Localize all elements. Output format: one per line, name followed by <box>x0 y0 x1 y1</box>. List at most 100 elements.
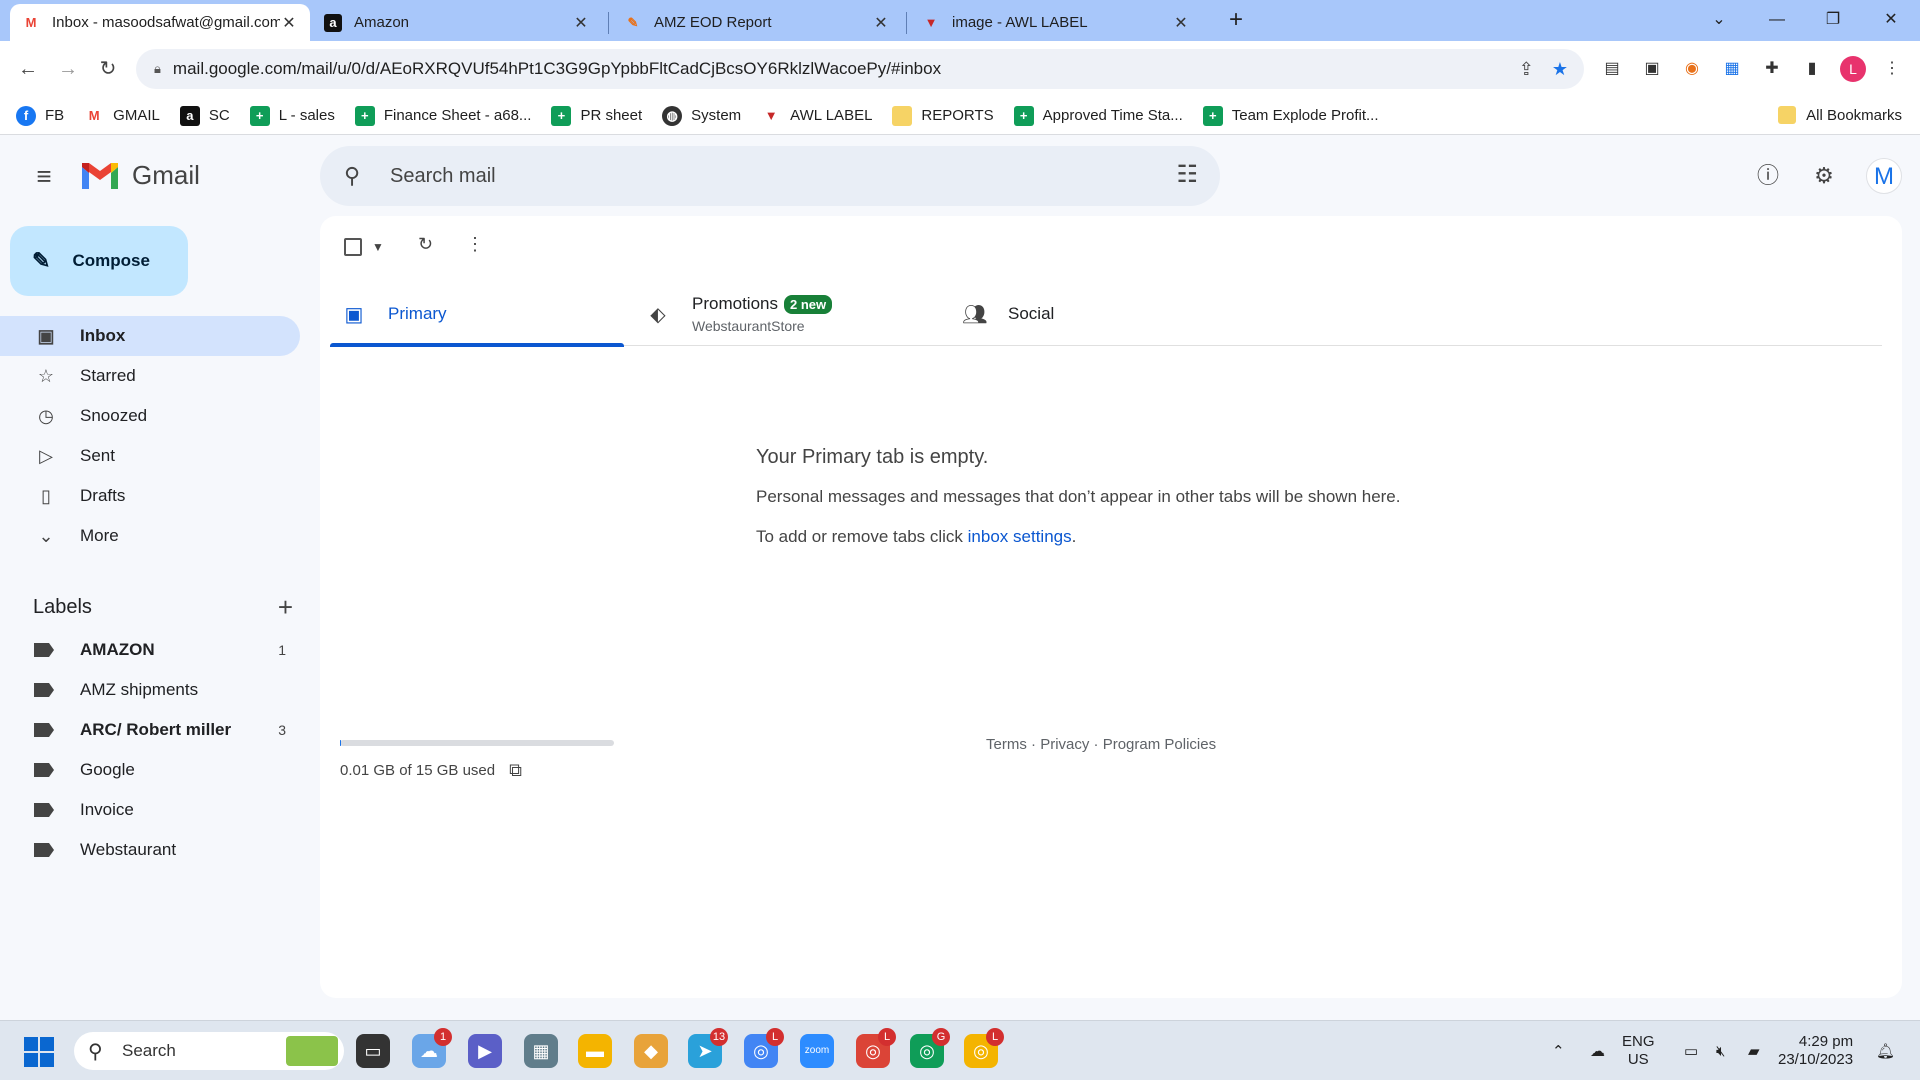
kebab-menu-icon[interactable]: ⋮ <box>1880 57 1904 81</box>
sidebar-item-drafts[interactable]: ▯ Drafts <box>0 476 300 516</box>
task-view-icon[interactable]: ▭ <box>356 1034 390 1068</box>
label-item-arc-robert-miller[interactable]: ARC/ Robert miller 3 <box>0 710 300 750</box>
extension-icon[interactable]: ▦ <box>1720 57 1744 81</box>
bookmark-approved-time[interactable]: + Approved Time Sta... <box>1013 105 1183 126</box>
browser-tab-inbox[interactable]: M Inbox - masoodsafwat@gmail.com ✕ <box>10 4 310 41</box>
label-icon <box>34 643 54 657</box>
bookmark-fb[interactable]: f FB <box>16 105 64 126</box>
account-avatar[interactable]: M <box>1866 158 1902 194</box>
extension-icon[interactable]: ◉ <box>1680 57 1704 81</box>
battery-icon[interactable]: ▰ <box>1748 1021 1760 1080</box>
refresh-icon[interactable]: ↻ <box>418 234 433 255</box>
system-clock[interactable]: 4:29 pm 23/10/2023 <box>1778 1033 1853 1069</box>
reload-button[interactable]: ↻ <box>92 53 124 85</box>
bookmark-system[interactable]: ◍ System <box>662 105 741 126</box>
close-tab-icon[interactable]: ✕ <box>872 13 890 33</box>
add-label-icon[interactable]: + <box>278 592 293 623</box>
share-icon[interactable]: ⇪ <box>1519 59 1534 80</box>
language-indicator[interactable]: ENG US <box>1622 1033 1655 1069</box>
search-icon[interactable]: ⚲ <box>344 163 360 189</box>
weather-icon[interactable]: ☁ 1 <box>412 1028 452 1068</box>
bookmark-sc[interactable]: a SC <box>179 105 230 126</box>
label-item-amazon[interactable]: AMAZON 1 <box>0 630 300 670</box>
bookmark-finance-sheet[interactable]: + Finance Sheet - a68... <box>354 105 531 126</box>
bookmark-gmail[interactable]: M GMAIL <box>84 106 160 126</box>
label-item-invoice[interactable]: Invoice <box>0 790 300 830</box>
storage-progress <box>340 740 614 746</box>
chrome-icon[interactable]: ◎ L <box>856 1028 896 1068</box>
bookmarks-bar: f FB M GMAIL a SC + L - sales + Finance Sheet… <box>0 97 1920 135</box>
select-all-checkbox[interactable] <box>344 238 362 256</box>
bookmark-l-sales[interactable]: + L - sales <box>249 105 335 126</box>
bookmark-reports[interactable]: REPORTS <box>892 105 994 126</box>
chrome-icon[interactable]: ◎ G <box>910 1028 950 1068</box>
sidebar-item-snoozed[interactable]: ◷ Snoozed <box>0 396 300 436</box>
browser-tab-amazon[interactable]: a Amazon ✕ <box>312 4 602 41</box>
windows-start-icon[interactable] <box>24 1037 54 1067</box>
bookmark-awl-label[interactable]: ▼ AWL LABEL <box>761 106 873 126</box>
zoom-icon[interactable]: zoom <box>800 1034 834 1068</box>
label-item-webstaurant[interactable]: Webstaurant <box>0 830 300 870</box>
label-item-amz-shipments[interactable]: AMZ shipments <box>0 670 300 710</box>
browser-tab-eod[interactable]: ✎ AMZ EOD Report ✕ <box>612 4 902 41</box>
tab-social[interactable]: 👥︎ Social <box>962 282 1262 346</box>
folder-icon <box>1778 106 1797 124</box>
forward-button[interactable]: → <box>52 53 84 85</box>
onedrive-icon[interactable]: ☁ <box>1590 1021 1605 1080</box>
close-tab-icon[interactable]: ✕ <box>280 13 298 33</box>
taskbar-search[interactable]: ⚲ Search <box>74 1032 344 1070</box>
chrome-icon[interactable]: ◎ L <box>964 1028 1004 1068</box>
terms-link[interactable]: Terms <box>986 736 1027 753</box>
new-tab-button[interactable]: + <box>1222 6 1250 34</box>
tab-primary[interactable]: ▣ Primary <box>330 282 624 347</box>
select-dropdown-icon[interactable]: ▼ <box>372 240 384 254</box>
sidebar-item-more[interactable]: ⌄ More <box>0 516 300 556</box>
close-tab-icon[interactable]: ✕ <box>1172 13 1190 33</box>
extension-icon[interactable]: ▣ <box>1640 57 1664 81</box>
network-icon[interactable]: ▭ <box>1684 1021 1698 1080</box>
close-tab-icon[interactable]: ✕ <box>572 13 590 33</box>
tab-search-icon[interactable]: ⌄ <box>1694 0 1744 40</box>
calculator-icon[interactable]: ▦ <box>524 1034 558 1068</box>
puzzle-icon[interactable]: ✚ <box>1760 57 1784 81</box>
help-icon[interactable]: ⓘ <box>1752 160 1784 192</box>
sidebar-item-sent[interactable]: ▷ Sent <box>0 436 300 476</box>
bookmark-team-explode[interactable]: + Team Explode Profit... <box>1202 105 1378 126</box>
telegram-icon[interactable]: ➤ 13 <box>688 1028 728 1068</box>
show-hidden-icons[interactable]: ⌃ <box>1552 1021 1565 1080</box>
extension-icon[interactable]: ▤ <box>1600 57 1624 81</box>
bookmark-pr-sheet[interactable]: + PR sheet <box>551 105 642 126</box>
meet-icon[interactable]: ▶ <box>468 1034 502 1068</box>
minimize-button[interactable]: — <box>1752 0 1802 40</box>
back-button[interactable]: ← <box>12 53 44 85</box>
gmail-logo[interactable]: Gmail <box>80 160 200 191</box>
bookmark-star-icon[interactable]: ★ <box>1552 59 1568 80</box>
close-window-button[interactable]: ✕ <box>1866 0 1916 40</box>
volume-muted-icon[interactable]: 🔇︎ <box>1716 1021 1725 1080</box>
restore-button[interactable]: ❐ <box>1808 0 1858 40</box>
inbox-settings-link[interactable]: inbox settings <box>968 527 1072 546</box>
program-policies-link[interactable]: Program Policies <box>1103 736 1216 753</box>
search-options-icon[interactable]: ☷ <box>1176 160 1198 189</box>
tab-promotions[interactable]: ⬖ Promotions 2 new WebstaurantStore <box>646 282 946 346</box>
search-mail-input[interactable]: ⚲ Search mail ☷ <box>320 146 1220 206</box>
main-menu-icon[interactable]: ≡ <box>28 160 60 192</box>
compose-button[interactable]: ✎ Compose <box>10 226 188 296</box>
side-panel-icon[interactable]: ▮ <box>1800 57 1824 81</box>
open-external-icon[interactable]: ⧉ <box>509 760 522 781</box>
sidebar-item-starred[interactable]: ☆ Starred <box>0 356 300 396</box>
address-bar[interactable]: 🔒︎ mail.google.com/mail/u/0/d/AEoRXRQVUf… <box>136 49 1584 89</box>
browser-profile-avatar[interactable]: L <box>1840 56 1866 82</box>
sidebar-item-inbox[interactable]: ▣ Inbox <box>0 316 300 356</box>
privacy-link[interactable]: Privacy <box>1040 736 1089 753</box>
notification-bell-icon[interactable]: 🔔︎ <box>1876 1021 1895 1080</box>
chrome-icon[interactable]: ◎ L <box>744 1028 784 1068</box>
label-item-google[interactable]: Google <box>0 750 300 790</box>
settings-gear-icon[interactable]: ⚙ <box>1808 160 1840 192</box>
browser-tab-awl[interactable]: ▼ image - AWL LABEL ✕ <box>910 4 1202 41</box>
file-explorer-icon[interactable]: ▬ <box>578 1034 612 1068</box>
all-bookmarks[interactable]: All Bookmarks <box>1778 106 1902 124</box>
empty-description: Personal messages and messages that don’… <box>756 487 1401 506</box>
app-icon[interactable]: ◆ <box>634 1034 668 1068</box>
more-actions-icon[interactable]: ⋮ <box>466 234 484 255</box>
